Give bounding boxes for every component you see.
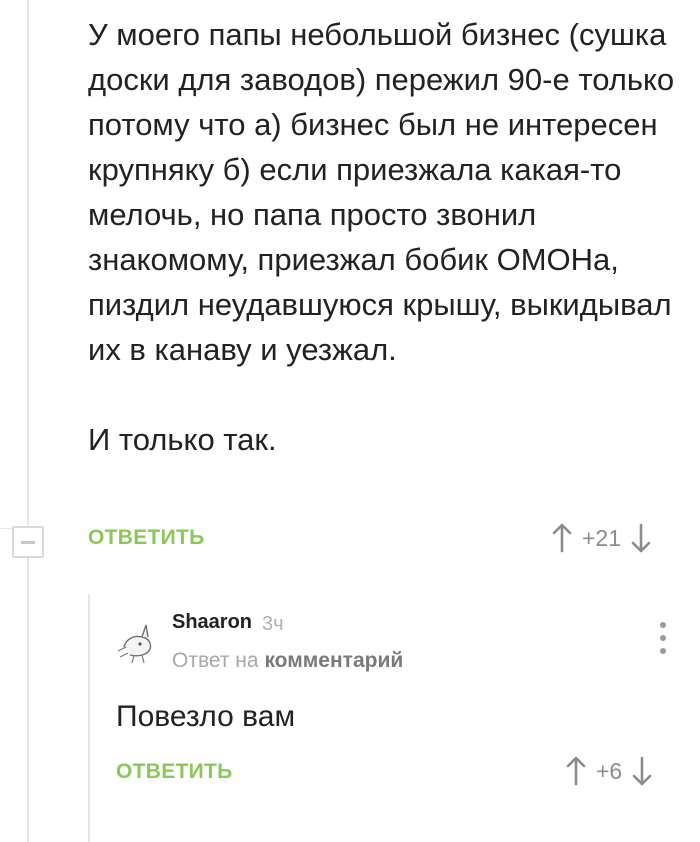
reply-author-name[interactable]: Shaaron: [172, 611, 252, 634]
reply-thread-line: [88, 594, 90, 842]
comment-vote-controls: +21: [552, 523, 651, 553]
reply-rating: +6: [596, 757, 623, 784]
thread-line: [27, 0, 29, 842]
more-vertical-icon[interactable]: [656, 622, 670, 654]
reply-vote-controls: +6: [566, 756, 652, 786]
downvote-arrow-icon[interactable]: [631, 523, 651, 553]
upvote-arrow-icon[interactable]: [566, 756, 586, 786]
reply-to-info: Ответ на комментарий: [172, 649, 403, 673]
comment-thread: У моего папы небольшой бизнес (сушка дос…: [0, 0, 700, 842]
comment-body: У моего папы небольшой бизнес (сушка дос…: [88, 12, 688, 462]
reply-button[interactable]: ОТВЕТИТЬ: [88, 526, 205, 550]
reply-button[interactable]: ОТВЕТИТЬ: [116, 760, 233, 784]
upvote-arrow-icon[interactable]: [552, 523, 572, 553]
reply-body: Повезло вам: [116, 700, 296, 733]
comment-paragraph: У моего папы небольшой бизнес (сушка дос…: [88, 17, 675, 367]
reply-to-prefix: Ответ на: [172, 649, 259, 672]
collapse-thread-button[interactable]: [12, 526, 44, 558]
minus-icon: [21, 540, 35, 544]
cartoon-avatar-icon[interactable]: [112, 617, 162, 667]
comment-rating: +21: [582, 524, 622, 551]
downvote-arrow-icon[interactable]: [632, 756, 652, 786]
reply-timestamp: 3ч: [262, 613, 284, 635]
comment-paragraph: И только так.: [88, 422, 277, 457]
reply-to-comment-link[interactable]: комментарий: [264, 649, 403, 672]
